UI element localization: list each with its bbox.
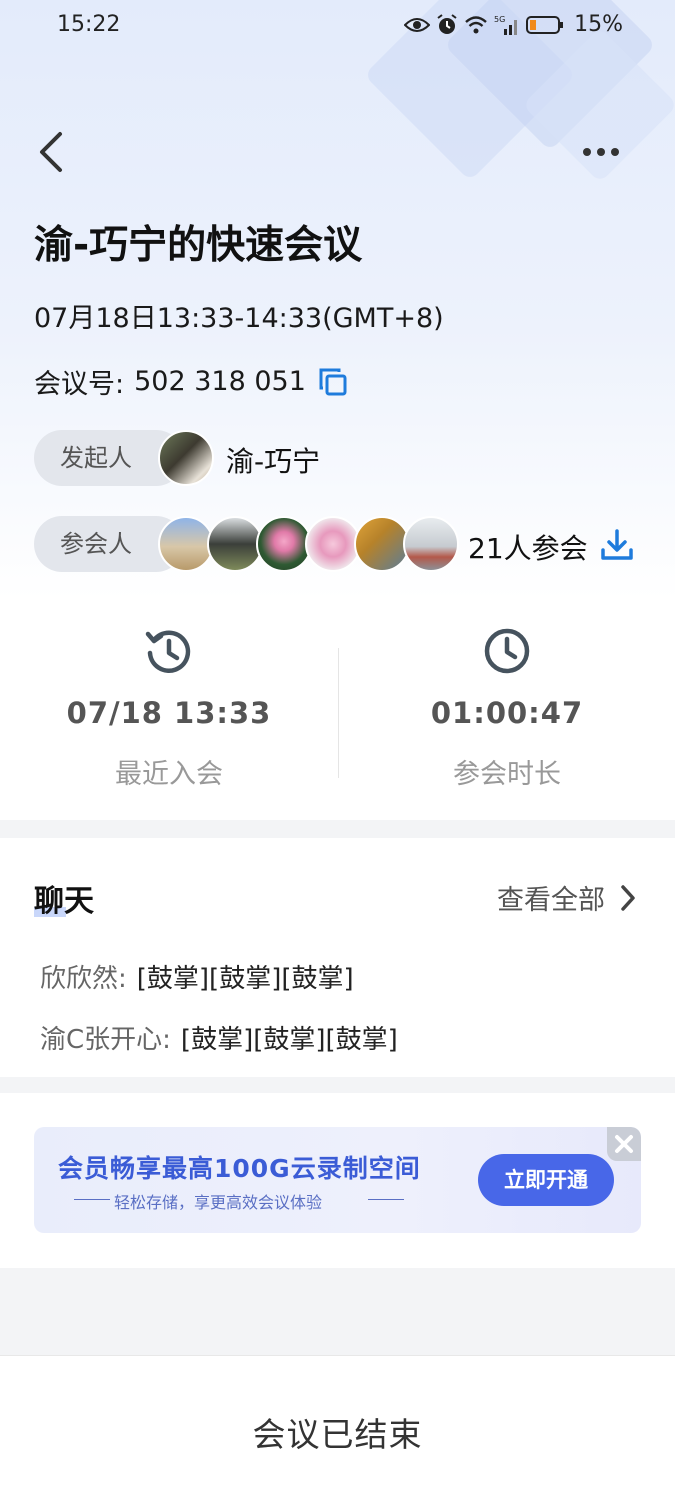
participant-avatar[interactable] <box>403 516 459 572</box>
stat-value: 07/18 13:33 <box>66 696 272 730</box>
clock-icon <box>484 628 530 674</box>
participant-avatar[interactable] <box>305 516 361 572</box>
svg-text:5G: 5G <box>494 15 505 24</box>
more-dots-icon <box>583 148 619 156</box>
chevron-right-icon <box>621 884 635 911</box>
host-avatar[interactable] <box>158 430 214 486</box>
battery-icon <box>526 15 564 34</box>
meeting-id-row: 会议号: 502 318 051 <box>34 362 348 401</box>
stat-value: 01:00:47 <box>430 696 584 730</box>
alarm-icon <box>437 13 457 34</box>
status-icons: 5G 15% <box>404 12 623 37</box>
chat-sender: 渝C张开心: <box>40 1025 171 1055</box>
banner-close-button[interactable] <box>607 1127 641 1161</box>
close-icon <box>615 1135 633 1153</box>
view-all-label: 查看全部 <box>497 885 605 916</box>
banner-sub-line-left <box>74 1199 110 1200</box>
stat-recent-join: 07/18 13:33 最近入会 <box>0 610 338 791</box>
status-bar: 15:22 5G 15% <box>0 0 675 52</box>
chat-message: 渝C张开心: [鼓掌][鼓掌][鼓掌] <box>40 1019 398 1056</box>
meeting-ended-status: 会议已结束 <box>252 1415 423 1454</box>
section-divider <box>0 820 675 838</box>
activate-button[interactable]: 立即开通 <box>478 1154 614 1206</box>
wifi-icon <box>465 15 487 33</box>
more-button[interactable] <box>581 138 625 166</box>
bottom-status-bar: 会议已结束 <box>0 1355 675 1501</box>
view-all-chat-link[interactable]: 查看全部 <box>497 878 637 917</box>
meeting-stats: 07/18 13:33 最近入会 01:00:47 参会时长 <box>0 610 675 820</box>
host-label: 发起人 <box>60 444 132 472</box>
history-clock-icon <box>145 630 191 673</box>
stat-label: 参会时长 <box>453 759 561 790</box>
section-divider <box>0 1077 675 1093</box>
stat-duration: 01:00:47 参会时长 <box>338 610 675 791</box>
signal-5g-icon: 5G <box>494 15 518 35</box>
back-button[interactable] <box>30 128 74 176</box>
membership-banner[interactable]: 会员畅享最高100G云录制空间 轻松存储，享更高效会议体验 立即开通 <box>34 1127 641 1233</box>
meeting-time-range: 07月18日13:33-14:33(GMT+8) <box>34 303 444 334</box>
copy-icon[interactable] <box>318 367 348 397</box>
meeting-id-value: 502 318 051 <box>134 366 306 397</box>
participant-avatar[interactable] <box>207 516 263 572</box>
download-icon[interactable] <box>600 528 634 562</box>
participant-avatar[interactable] <box>256 516 312 572</box>
chat-text: [鼓掌][鼓掌][鼓掌] <box>180 1025 398 1055</box>
banner-sub-line-right <box>368 1199 404 1200</box>
participant-count[interactable]: 21人参会 <box>468 527 588 567</box>
section-divider <box>0 1268 675 1355</box>
chat-sender: 欣欣然: <box>40 964 127 994</box>
stat-label: 最近入会 <box>115 759 223 790</box>
eye-icon <box>404 17 431 32</box>
banner-subtitle: 轻松存储，享更高效会议体验 <box>114 1193 323 1212</box>
banner-title: 会员畅享最高100G云录制空间 <box>58 1154 421 1183</box>
host-name: 渝-巧宁 <box>226 445 321 478</box>
meeting-title: 渝-巧宁的快速会议 <box>34 223 363 268</box>
participants-label: 参会人 <box>60 530 132 558</box>
meeting-id-label: 会议号: <box>34 369 125 400</box>
participant-avatar[interactable] <box>158 516 214 572</box>
chevron-left-icon <box>40 132 62 172</box>
status-time: 15:22 <box>57 12 121 37</box>
chat-text: [鼓掌][鼓掌][鼓掌] <box>136 964 354 994</box>
chat-message: 欣欣然: [鼓掌][鼓掌][鼓掌] <box>40 958 354 995</box>
participant-avatar[interactable] <box>354 516 410 572</box>
battery-percent: 15% <box>574 12 623 37</box>
chat-section-title: 聊天 <box>34 884 94 919</box>
